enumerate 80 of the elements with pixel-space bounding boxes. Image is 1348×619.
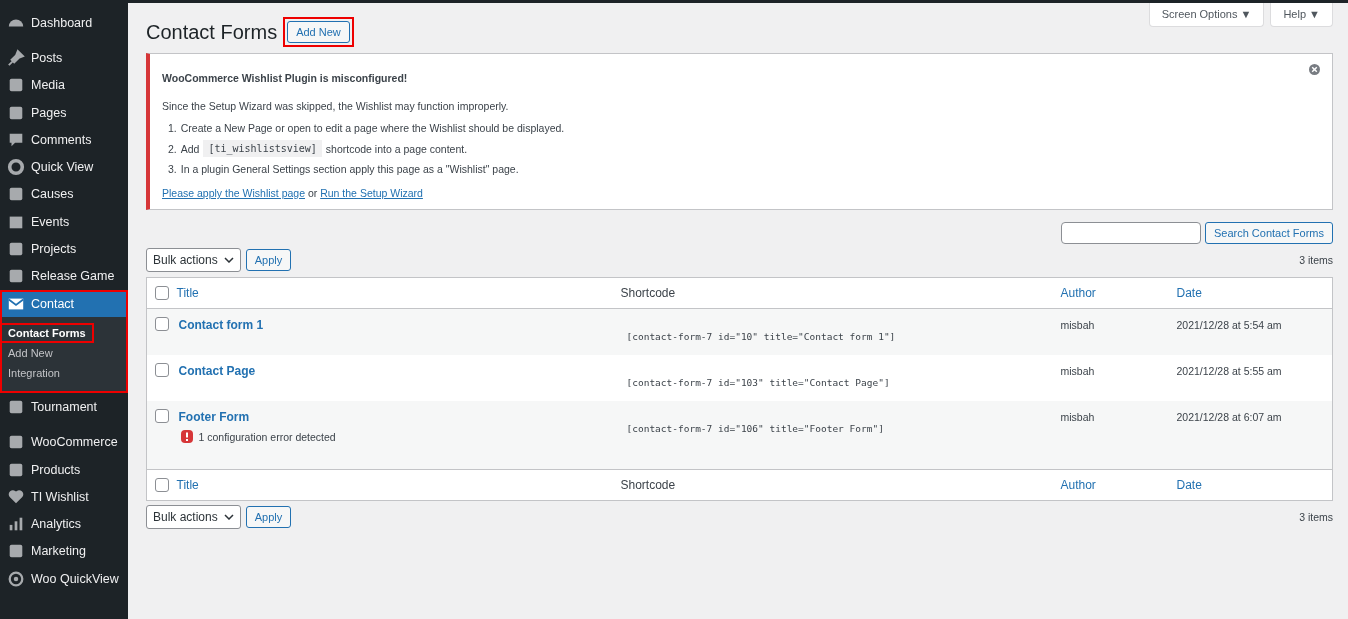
sidebar-item[interactable]: Posts [0, 44, 128, 72]
step-text: Create a New Page or open to edit a page where the Wishlist should be displayed. [180, 122, 565, 134]
form-title-link[interactable]: Contact form 1 [178, 318, 264, 332]
sidebar-item[interactable]: Events [0, 208, 128, 236]
sidebar-item[interactable]: Marketing [0, 537, 128, 566]
circle-icon [7, 158, 25, 177]
step-text: In a plugin General Settings section apply this page as a "Wishlist" page. [180, 163, 519, 175]
row-checkbox[interactable] [155, 363, 169, 377]
form-title-link[interactable]: Footer Form [178, 410, 250, 424]
sidebar-item[interactable]: Analytics [0, 510, 128, 538]
chevron-icon [223, 257, 234, 263]
author-text: misbah [1060, 410, 1095, 423]
column-header: Shortcode [620, 469, 1061, 501]
sidebar-item[interactable]: Pages [0, 98, 128, 127]
search-button[interactable]: Search Contact Forms [1204, 222, 1333, 244]
form-title-link[interactable]: Contact Page [178, 364, 256, 378]
sidebar-item[interactable]: TI Wishlist [0, 483, 128, 511]
apply-button[interactable]: Apply [245, 249, 292, 271]
eye-icon [7, 569, 25, 588]
select-all-checkbox[interactable] [155, 286, 169, 300]
submenu-item[interactable]: Contact Forms [0, 323, 94, 344]
submenu-item[interactable]: Add New [0, 343, 61, 364]
shortcode-text: [contact-form-7 id="103" title="Contact Page"] [626, 376, 890, 388]
bulk-actions-dropdown[interactable]: Bulk actions [146, 248, 241, 272]
column-header: Shortcode [620, 277, 1061, 309]
step-number: 2. [168, 142, 177, 155]
step-text: Add [180, 142, 200, 155]
sidebar-item[interactable]: Dashboard [0, 9, 128, 37]
step-number: 1. [168, 122, 177, 134]
column-header[interactable]: Date [1176, 277, 1333, 309]
sidebar-item[interactable]: Release Game [0, 262, 128, 290]
error-icon [180, 430, 193, 443]
page-title: Contact Forms [146, 20, 278, 44]
sidebar-item[interactable]: Comments [0, 126, 128, 154]
sidebar-item[interactable]: Quick View [0, 153, 128, 181]
step-text: shortcode into a page content. [325, 142, 468, 155]
submenu-item[interactable]: Integration [0, 363, 68, 384]
sidebar-item[interactable]: Tournament [0, 393, 128, 421]
row-checkbox[interactable] [155, 317, 169, 331]
screen-tab[interactable]: Screen Options ▼ [1148, 3, 1265, 27]
heart-icon [7, 487, 25, 506]
notice-text: Since the Setup Wizard was skipped, the Wishlist may function improperly. [162, 100, 510, 112]
column-header[interactable]: Author [1060, 277, 1177, 309]
close-icon[interactable] [1309, 64, 1320, 75]
error-text: 1 configuration error detected [198, 430, 336, 443]
apply-button[interactable]: Apply [245, 506, 292, 528]
notice-title: WooCommerce Wishlist Plugin is misconfigured! [162, 72, 409, 84]
screen-tab[interactable]: Help ▼ [1270, 3, 1333, 27]
bulk-actions-dropdown[interactable]: Bulk actions [146, 505, 241, 529]
sidebar-item[interactable]: Products [0, 455, 128, 484]
shortcode-text: [contact-form-7 id="106" title="Footer Form"] [626, 422, 884, 434]
column-header[interactable]: Author [1060, 469, 1177, 501]
joiner-text: or [307, 187, 318, 199]
sidebar-item[interactable]: Woo QuickView [0, 565, 128, 593]
setup-wizard-link[interactable]: Run the Setup Wizard [320, 187, 423, 199]
column-header[interactable]: Date [1176, 469, 1333, 501]
search-field[interactable] [1060, 222, 1201, 244]
sidebar-item[interactable]: Contact [0, 289, 128, 318]
chevron-icon [223, 514, 234, 520]
column-header[interactable]: Title [176, 277, 621, 309]
sidebar-item[interactable]: Media [0, 71, 128, 99]
column-header[interactable]: Title [176, 469, 621, 501]
select-all-checkbox[interactable] [155, 478, 169, 492]
sidebar-item[interactable]: WooCommerce [0, 428, 128, 456]
apply-wishlist-link[interactable]: Please apply the Wishlist page [162, 187, 305, 199]
author-text: misbah [1060, 364, 1095, 377]
items-count: 3 items [1299, 511, 1333, 523]
step-number: 3. [168, 163, 177, 175]
date-text: 2021/12/28 at 6:07 am [1176, 410, 1282, 423]
pin-icon [7, 48, 25, 67]
author-text: misbah [1060, 318, 1095, 331]
shortcode-text: [ti_wishlistsview] [203, 140, 322, 157]
sidebar-item[interactable]: Causes [0, 180, 128, 209]
add-new-button[interactable]: Add New [287, 21, 350, 43]
sidebar-item[interactable]: Projects [0, 235, 128, 263]
row-checkbox[interactable] [155, 409, 169, 423]
date-text: 2021/12/28 at 5:54 am [1176, 318, 1282, 331]
shortcode-text: [contact-form-7 id="10" title="Contact form 1"] [626, 330, 896, 342]
items-count: 3 items [1299, 254, 1333, 266]
date-text: 2021/12/28 at 5:55 am [1176, 364, 1282, 377]
